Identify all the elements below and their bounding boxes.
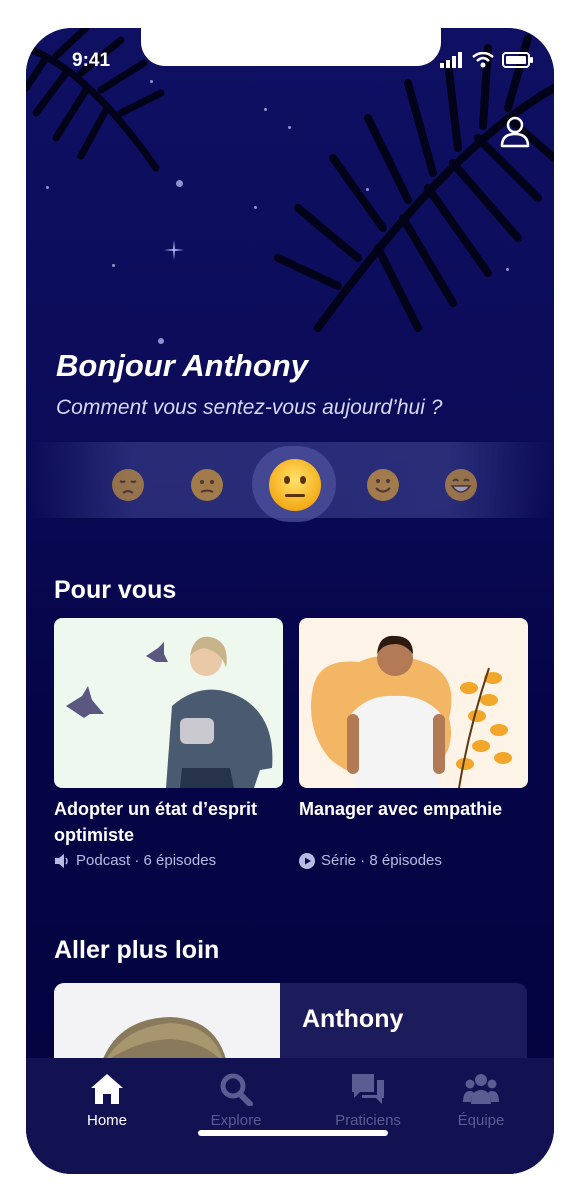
tab-bar: Home Explore Praticiens Équipe — [26, 1058, 554, 1174]
woman-illustration — [66, 636, 273, 788]
team-icon — [463, 1074, 499, 1104]
sad-emoji[interactable] — [111, 468, 145, 502]
card-meta-text: Série · 8 épisodes — [321, 852, 442, 869]
grin-emoji[interactable] — [444, 468, 478, 502]
content-card-podcast[interactable]: Adopter un état d’esprit optimiste Podca… — [54, 618, 283, 878]
palm-leaf-right — [274, 34, 554, 332]
status-time: 9:41 — [72, 50, 111, 71]
notch — [141, 28, 441, 66]
play-icon — [299, 852, 315, 869]
phone-screen: 9:41 Bonjour Anthony Comment vous sentez… — [26, 28, 554, 1174]
tab-label: Explore — [210, 1112, 262, 1129]
tab-label: Home — [86, 1112, 127, 1129]
card-image — [299, 618, 528, 788]
section-title-for-you: Pour vous — [54, 576, 177, 604]
home-indicator — [198, 1130, 388, 1136]
status-icons — [440, 52, 534, 68]
sparkle-icon — [164, 240, 184, 260]
tab-home[interactable]: Home — [41, 1058, 173, 1148]
man-illustration — [311, 635, 512, 788]
card-meta: Série · 8 épisodes — [299, 852, 442, 869]
smile-emoji[interactable] — [366, 468, 400, 502]
star — [158, 338, 164, 344]
wifi-icon — [472, 52, 494, 68]
home-icon — [91, 1074, 123, 1104]
greeting: Bonjour Anthony — [56, 348, 308, 383]
profile-icon[interactable] — [500, 116, 530, 148]
chat-icon — [352, 1074, 384, 1104]
confused-emoji[interactable] — [190, 468, 224, 502]
signal-icon — [440, 52, 462, 68]
card-title: Manager avec empathie — [299, 799, 503, 819]
card-meta: Podcast · 6 épisodes — [54, 852, 216, 869]
content-card-series[interactable]: Manager avec empathie Série · 8 épisodes — [299, 618, 528, 878]
card-title: Adopter un état d’esprit optimiste — [54, 799, 258, 845]
battery-icon — [502, 52, 533, 68]
star — [176, 180, 183, 187]
mood-question: Comment vous sentez-vous aujourd’hui ? — [56, 396, 443, 419]
section-title-go-further: Aller plus loin — [54, 936, 220, 964]
speaker-icon — [55, 853, 68, 868]
star — [46, 186, 49, 189]
tab-equipe[interactable]: Équipe — [415, 1058, 547, 1148]
tab-label: Équipe — [457, 1112, 505, 1129]
card-meta-text: Podcast · 6 épisodes — [76, 852, 217, 869]
star — [112, 264, 115, 267]
star — [254, 206, 257, 209]
card-image — [54, 618, 283, 788]
practitioner-name: Anthony — [302, 1005, 404, 1033]
neutral-emoji[interactable] — [268, 458, 322, 512]
search-icon — [220, 1073, 253, 1106]
